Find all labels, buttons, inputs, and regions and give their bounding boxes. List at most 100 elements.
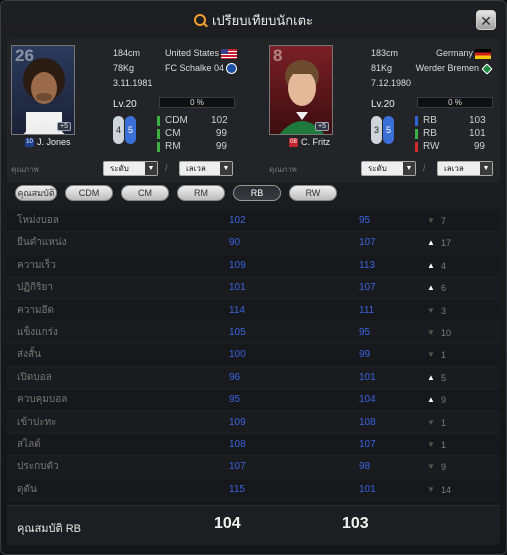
- triangle-up-icon: ▲: [427, 372, 435, 382]
- stat-value-left: 115: [229, 483, 245, 495]
- level-select-left[interactable]: เลเวล ▼: [179, 161, 233, 176]
- triangle-down-icon: ▼: [427, 305, 435, 315]
- stat-value-left: 96: [229, 371, 241, 383]
- stat-value-right: 107: [359, 438, 376, 450]
- stat-row: ควบคุมบอล 95 104 ▲ 9: [7, 389, 500, 412]
- stat-row: เข้าปะทะ 109 108 ▼ 1: [7, 411, 500, 434]
- quality-label-left: คุณภาพ: [11, 165, 39, 174]
- position-tabs: คุณสมบัติ CDM CM RM RB RW: [15, 185, 337, 203]
- usa-flag-icon: [221, 48, 237, 59]
- stat-name: เปิดบอล: [17, 371, 52, 383]
- stat-value-left: 90: [229, 237, 241, 249]
- stat-diff: 9: [441, 462, 447, 473]
- overall-footer: คุณสมบัติ RB 104 103: [7, 505, 500, 545]
- triangle-up-icon: ▲: [427, 283, 435, 293]
- player-compare-panel: 26 +5 10 J. Jones 184cm United States 78K…: [7, 39, 500, 183]
- team-number-badge: 08: [289, 137, 298, 147]
- level-progress-bar: 0 %: [159, 97, 235, 108]
- tab-rb[interactable]: RB: [233, 185, 281, 201]
- skill-a: 3: [371, 116, 382, 144]
- stat-value-right: 104: [359, 394, 376, 406]
- stat-row: ปฏิกิริยา 101 107 ▲ 6: [7, 277, 500, 300]
- player-level: Lv.20: [113, 99, 137, 110]
- search-icon: [193, 14, 206, 26]
- triangle-down-icon: ▼: [427, 484, 435, 494]
- tab-attributes[interactable]: คุณสมบัติ: [15, 185, 57, 201]
- chevron-down-icon: ▼: [145, 162, 157, 175]
- stat-value-left: 101: [229, 282, 246, 294]
- skill-moves-indicator: 4 5: [113, 116, 139, 146]
- stat-value-right: 107: [359, 237, 376, 249]
- germany-flag-icon: [475, 48, 491, 59]
- triangle-down-icon: ▼: [427, 327, 435, 337]
- stat-value-right: 101: [359, 483, 376, 495]
- tab-rw[interactable]: RW: [289, 185, 337, 201]
- stat-name: ความอึด: [17, 304, 55, 316]
- grade-select-right[interactable]: ระดับ ▼: [361, 161, 416, 176]
- stat-value-left: 109: [229, 259, 246, 271]
- title-bar: เปรียบเทียบนักเตะ ✕: [1, 1, 506, 39]
- compare-window: เปรียบเทียบนักเตะ ✕ 26 +5 10 J. Jones 18…: [0, 0, 507, 555]
- tab-cm[interactable]: CM: [121, 185, 169, 201]
- stat-name: โหม่งบอล: [17, 215, 59, 226]
- height: 184cm: [113, 48, 141, 58]
- team-number-badge: 10: [25, 137, 34, 147]
- close-button[interactable]: ✕: [476, 10, 496, 30]
- level-progress-bar: 0 %: [417, 97, 493, 108]
- window-title: เปรียบเทียบนักเตะ: [211, 12, 314, 28]
- tab-rm[interactable]: RM: [177, 185, 225, 201]
- stat-name: ปฏิกิริยา: [17, 282, 53, 294]
- player-name-left: 10 J. Jones: [25, 137, 71, 147]
- weight: 81Kg: [371, 63, 393, 73]
- stat-value-right: 108: [359, 416, 376, 428]
- stat-row: แข็งแกร่ง 105 95 ▼ 10: [7, 321, 500, 345]
- stat-value-left: 105: [229, 326, 246, 338]
- stat-diff: 3: [441, 305, 447, 316]
- skill-moves-indicator: 3 5: [371, 116, 397, 146]
- player-ovr: 26: [15, 46, 34, 65]
- birth-date: 3.11.1981: [113, 78, 153, 88]
- stat-row: ความอึด 114 111 ▼ 3: [7, 299, 500, 322]
- weight: 78Kg: [113, 63, 135, 73]
- stat-comparison-table: โหม่งบอล 102 95 ▼ 7 ยืนตำแหน่ง 90 107 ▲ 17 ความเร็…: [7, 210, 500, 502]
- player-info-left: 184cm United States 78Kg FC Schalke 04 3.1…: [113, 46, 237, 91]
- stat-diff: 9: [441, 395, 447, 406]
- stat-row: เปิดบอล 96 101 ▲ 5: [7, 366, 500, 390]
- tab-cdm[interactable]: CDM: [65, 185, 113, 201]
- player-card-left[interactable]: 26 +5: [11, 45, 75, 135]
- stat-value-left: 109: [229, 416, 246, 428]
- stat-value-right: 95: [359, 326, 371, 338]
- player-name-right: 08 C. Fritz: [289, 137, 330, 147]
- triangle-down-icon: ▼: [427, 350, 435, 360]
- stat-name: ความเร็ว: [17, 259, 56, 271]
- overall-label: คุณสมบัติ RB: [17, 523, 81, 535]
- stat-diff: 10: [441, 327, 452, 338]
- triangle-down-icon: ▼: [427, 462, 435, 472]
- level-select-right[interactable]: เลเวล ▼: [437, 161, 493, 176]
- player-name: J. Jones: [37, 137, 71, 147]
- stat-name: เข้าปะทะ: [17, 416, 57, 428]
- stat-diff: 6: [441, 283, 447, 294]
- grade-select-left[interactable]: ระดับ ▼: [103, 161, 158, 176]
- overall-value-left: 104: [214, 515, 241, 532]
- skill-a: 4: [113, 116, 124, 144]
- werder-crest-icon: [481, 62, 493, 75]
- stat-diff: 5: [441, 372, 447, 383]
- stat-name: สไลด์: [17, 438, 41, 450]
- stat-diff: 1: [441, 417, 447, 428]
- stat-diff: 17: [441, 238, 452, 249]
- club: Werder Bremen: [415, 63, 479, 73]
- triangle-down-icon: ▼: [427, 439, 435, 449]
- player-card-right[interactable]: 8 +5: [269, 45, 333, 135]
- nation: United States: [164, 48, 219, 58]
- stat-value-right: 113: [359, 259, 375, 271]
- stat-row: ความเร็ว 109 113 ▲ 4: [7, 254, 500, 278]
- stat-row: ส่งสั้น 100 99 ▼ 1: [7, 344, 500, 367]
- position-ratings-right: RB 103 RB 101 RW 99: [415, 114, 486, 153]
- stat-diff: 4: [441, 260, 447, 271]
- stat-value-right: 95: [359, 215, 371, 226]
- player-name: C. Fritz: [301, 137, 330, 147]
- birth-date: 7.12.1980: [371, 78, 412, 88]
- stat-name: ควบคุมบอล: [17, 394, 68, 406]
- stat-name: ประกบตัว: [17, 461, 59, 473]
